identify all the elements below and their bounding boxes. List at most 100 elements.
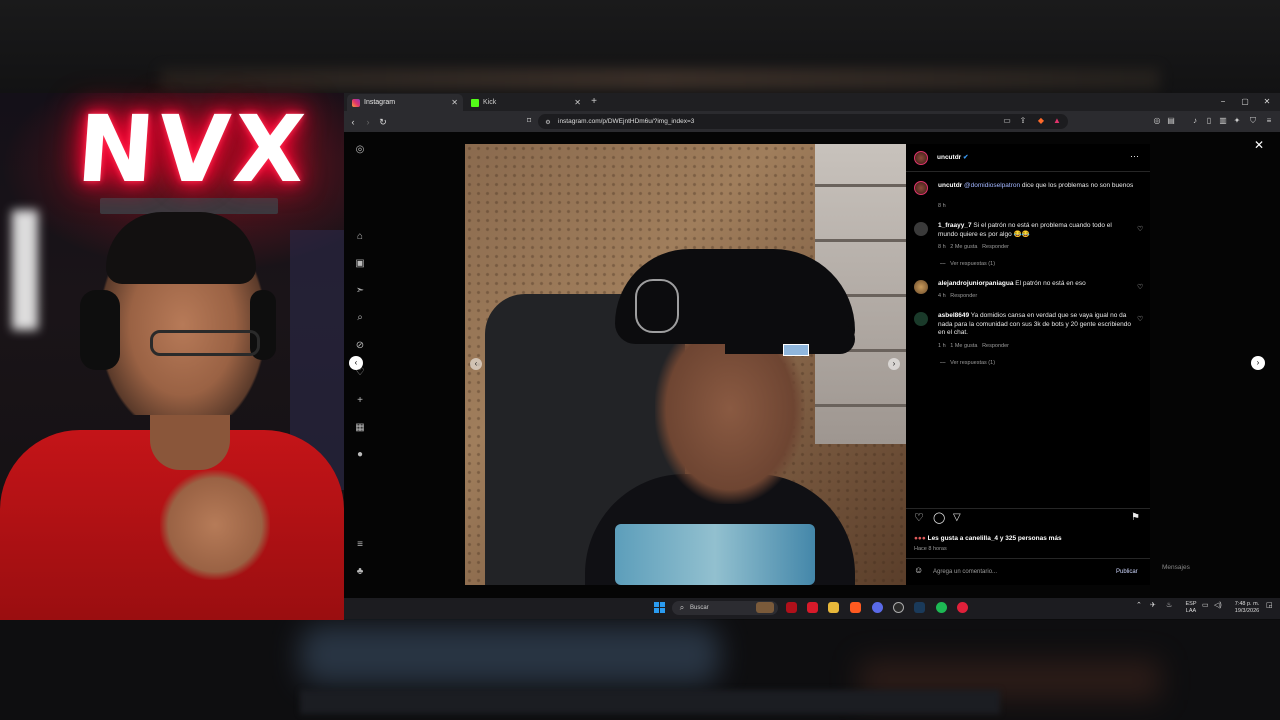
sidebar-icon[interactable]: ▯ [1204, 116, 1214, 126]
screen-icon[interactable]: ▭ [1002, 116, 1012, 126]
explore-icon[interactable]: ⊘ [352, 338, 368, 354]
youtube-icon[interactable] [786, 602, 797, 613]
spotify-icon[interactable] [936, 602, 947, 613]
search-icon[interactable]: ⌕ [352, 310, 368, 326]
new-tab-button[interactable]: + [588, 95, 600, 109]
view-replies-link[interactable]: ⎯⎯ Ver respuestas (1) [940, 360, 995, 367]
volume-icon[interactable]: ◁) [1214, 602, 1222, 610]
share-post-icon[interactable]: ▽ [953, 513, 961, 523]
dashboard-icon[interactable]: ▦ [352, 420, 368, 436]
divider [906, 171, 1150, 172]
close-tab-icon[interactable]: ✕ [451, 98, 458, 107]
background-blur-bar [160, 68, 1160, 90]
discord-icon[interactable] [872, 602, 883, 613]
like-comment-icon[interactable]: ♡ [1137, 225, 1143, 233]
forward-icon[interactable]: › [361, 115, 375, 129]
maximize-button[interactable]: ▢ [1238, 95, 1252, 109]
create-icon[interactable]: + [352, 393, 368, 409]
windows-start-icon[interactable] [654, 602, 665, 613]
obs-icon[interactable] [893, 602, 904, 613]
music-icon[interactable]: ♪ [1190, 116, 1200, 126]
acrobat-icon[interactable] [807, 602, 818, 613]
url-field[interactable]: instagram.com/p/DWEjntHDm6u/?img_index=3 [538, 114, 1068, 129]
tab-label: Kick [483, 99, 497, 106]
background-blur-blob [300, 625, 720, 685]
kick-icon [471, 98, 479, 107]
panel-icon[interactable]: ▥ [1218, 116, 1228, 126]
comment-icon[interactable]: ◯ [933, 513, 945, 523]
wallet-icon[interactable]: ▤ [1166, 116, 1176, 126]
bookmark-icon[interactable]: ⌑ [524, 116, 534, 126]
post-caption: uncutdr @domidioselpatron dice que los p… [938, 182, 1134, 189]
reply-link[interactable]: Responder [982, 343, 1009, 349]
vpn-icon[interactable]: ⛉ [1248, 116, 1258, 126]
post-author[interactable]: uncutdr ✔ [937, 154, 968, 163]
steam-icon[interactable] [914, 602, 925, 613]
avatar[interactable] [914, 151, 928, 165]
view-replies-link[interactable]: ⎯⎯ Ver respuestas (1) [940, 261, 995, 268]
profile-icon[interactable]: ● [352, 447, 368, 463]
microphone-icon[interactable]: ♨ [1166, 602, 1172, 610]
messages-icon[interactable]: ➣ [352, 283, 368, 299]
reels-icon[interactable]: ▣ [352, 256, 368, 272]
save-post-icon[interactable]: ⚑ [1131, 513, 1140, 523]
avatar[interactable] [914, 312, 928, 326]
comment-meta: 1 h 1 Me gusta Responder [938, 343, 1009, 349]
more-icon[interactable]: ≡ [352, 537, 368, 553]
brave-shield-icon[interactable]: ◆ [1036, 116, 1046, 126]
folder-icon[interactable] [828, 602, 839, 613]
previous-post-arrow-icon[interactable]: ‹ [349, 356, 363, 370]
minimize-button[interactable]: − [1216, 95, 1230, 109]
share-icon[interactable]: ⇪ [1018, 116, 1028, 126]
clock[interactable]: 7:48 p. m. 19/3/2026 [1230, 601, 1264, 614]
close-post-icon[interactable]: ✕ [1252, 138, 1266, 152]
network-icon[interactable]: ✈ [1150, 602, 1156, 610]
rewards-icon[interactable]: ▲ [1052, 116, 1062, 126]
comment-input[interactable]: Agrega un comentario... [933, 569, 997, 575]
divider [906, 558, 1150, 559]
extension-icon[interactable]: ◎ [1152, 116, 1162, 126]
instagram-icon [352, 98, 360, 107]
like-post-icon[interactable]: ♡ [914, 513, 924, 523]
like-comment-icon[interactable]: ♡ [1137, 283, 1143, 291]
app-icon[interactable] [957, 602, 968, 613]
tab-instagram[interactable]: Instagram ✕ [347, 94, 463, 111]
avatar[interactable] [914, 222, 928, 236]
widget-icon[interactable] [756, 602, 774, 613]
reload-icon[interactable]: ↻ [376, 115, 390, 129]
carousel-next-icon[interactable]: › [888, 358, 900, 370]
comment-meta: 8 h 2 Me gusta Responder [938, 244, 1009, 250]
home-icon[interactable]: ⌂ [352, 229, 368, 245]
avatar[interactable] [914, 181, 928, 195]
next-post-arrow-icon[interactable]: › [1251, 356, 1265, 370]
chevron-up-icon[interactable]: ⌃ [1136, 602, 1142, 610]
notification-icon[interactable]: ◲ [1266, 602, 1273, 610]
back-icon[interactable]: ‹ [346, 115, 360, 129]
tab-kick[interactable]: Kick ✕ [466, 94, 586, 111]
background-taskbar-blur [300, 690, 1000, 714]
carousel-prev-icon[interactable]: ‹ [470, 358, 482, 370]
close-window-button[interactable]: ✕ [1260, 95, 1274, 109]
publish-button[interactable]: Publicar [1116, 569, 1138, 575]
likes-summary[interactable]: ●●● Les gusta a canelilla_4 y 325 person… [914, 535, 1062, 544]
headphones [80, 290, 120, 370]
language-indicator[interactable]: ESP LAA [1184, 601, 1198, 614]
tab-label: Instagram [364, 99, 396, 106]
instagram-logo-icon[interactable]: ◎ [352, 142, 368, 158]
like-comment-icon[interactable]: ♡ [1137, 315, 1143, 323]
leo-icon[interactable]: ✦ [1232, 116, 1242, 126]
close-tab-icon[interactable]: ✕ [574, 98, 581, 107]
post-image[interactable] [465, 144, 906, 585]
display-icon[interactable]: ▭ [1202, 602, 1209, 610]
brave-icon[interactable] [850, 602, 861, 613]
reply-link[interactable]: Responder [982, 244, 1009, 250]
avatar[interactable] [914, 280, 928, 294]
more-options-icon[interactable]: ⋯ [1130, 152, 1139, 161]
menu-icon[interactable]: ≡ [1264, 116, 1274, 126]
language-label: ESP [1185, 601, 1197, 607]
messages-button[interactable]: Mensajes [1162, 564, 1190, 571]
site-info-icon[interactable]: ⚙ [543, 118, 553, 128]
emoji-icon[interactable]: ☺ [914, 566, 923, 575]
reply-link[interactable]: Responder [950, 293, 977, 299]
threads-icon[interactable]: ♣ [352, 564, 368, 580]
